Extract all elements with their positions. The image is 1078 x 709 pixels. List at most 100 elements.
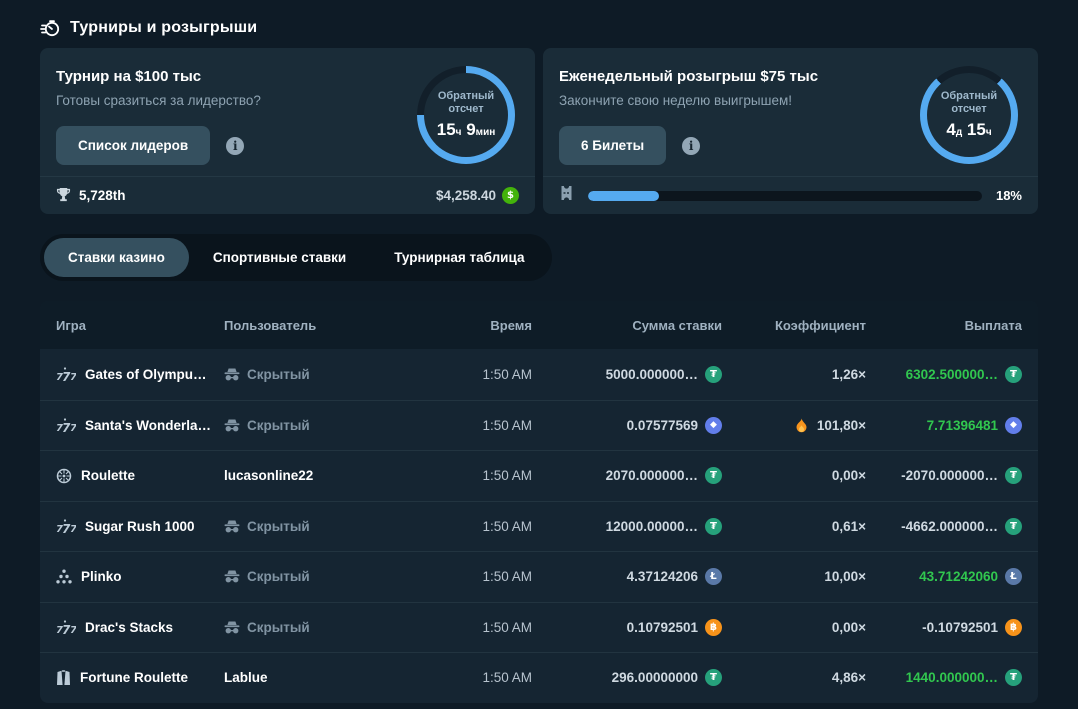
countdown-ring: Обратный отсчет 15ч 9мин (417, 66, 515, 164)
bet-time: 1:50 AM (482, 670, 532, 685)
bet-multiplier: 1,26× (832, 367, 866, 382)
countdown-label: отсчет (951, 103, 986, 117)
raffle-progress-bar (588, 191, 982, 201)
tournament-card-main: Турнир на $100 тыс Готовы сразиться за л… (40, 48, 535, 176)
tab-0[interactable]: Ставки казино (44, 238, 189, 277)
username[interactable]: lucasonline22 (224, 468, 313, 483)
leaderboard-button[interactable]: Список лидеров (56, 126, 210, 165)
incognito-icon (224, 368, 240, 381)
tab-2[interactable]: Турнирная таблица (370, 238, 548, 277)
table-row[interactable]: 777Gates of Olympu…Скрытый1:50 AM5000.00… (40, 349, 1038, 400)
table-row[interactable]: 777Sugar Rush 1000Скрытый1:50 AM12000.00… (40, 501, 1038, 552)
info-icon[interactable]: i (682, 137, 700, 155)
bets-table-header: ИграПользовательВремяСумма ставкиКоэффиц… (40, 301, 1038, 349)
ticket-icon (559, 185, 574, 206)
column-header: Игра (56, 318, 224, 333)
bet-payout: -0.10792501 (922, 620, 998, 635)
slots-game-icon: 777 (56, 519, 76, 534)
page-header: Турниры и розыгрыши (40, 12, 1038, 44)
countdown-value: 4д 15ч (946, 119, 991, 140)
bet-amount: 4.37124206 (627, 569, 698, 584)
page-title: Турниры и розыгрыши (70, 19, 257, 37)
tab-1[interactable]: Спортивные ставки (189, 238, 370, 277)
game-name: Plinko (81, 569, 122, 584)
username-hidden: Скрытый (247, 418, 310, 433)
bets-table: ИграПользовательВремяСумма ставкиКоэффиц… (40, 301, 1038, 703)
bet-payout: 43.71242060 (919, 569, 998, 584)
column-header: Коэффициент (722, 318, 866, 333)
bet-amount: 0.10792501 (627, 620, 698, 635)
promo-cards: Турнир на $100 тыс Готовы сразиться за л… (40, 48, 1038, 214)
tether-coin-icon: ₮ (1005, 669, 1022, 686)
live-game-icon (56, 670, 71, 686)
bet-amount: 12000.00000… (606, 519, 698, 534)
tournaments-page: Турниры и розыгрыши Турнир на $100 тыс Г… (0, 0, 1078, 703)
game-name: Fortune Roulette (80, 670, 188, 685)
bet-payout: 7.71396481 (927, 418, 998, 433)
ethereum-coin-icon: ◆ (1005, 417, 1022, 434)
table-row[interactable]: Roulettelucasonline221:50 AM2070.000000…… (40, 450, 1038, 501)
tether-coin-icon: ₮ (705, 366, 722, 383)
username-hidden: Скрытый (247, 367, 310, 382)
game-name: Gates of Olympu… (85, 367, 207, 382)
table-row[interactable]: 777Drac's StacksСкрытый1:50 AM0.10792501… (40, 602, 1038, 653)
ethereum-coin-icon: ◆ (705, 417, 722, 434)
countdown-label: Обратный (941, 90, 997, 104)
bet-multiplier: 10,00× (824, 569, 866, 584)
username-hidden: Скрытый (247, 569, 310, 584)
bet-time: 1:50 AM (482, 418, 532, 433)
bet-payout: 1440.000000… (906, 670, 998, 685)
countdown-label: отсчет (448, 103, 483, 117)
bet-multiplier: 0,00× (832, 620, 866, 635)
tether-coin-icon: ₮ (1005, 518, 1022, 535)
info-icon[interactable]: i (226, 137, 244, 155)
tickets-button[interactable]: 6 Билеты (559, 126, 666, 165)
raffle-title: Еженедельный розыгрыш $75 тыс (559, 68, 818, 85)
tether-coin-icon: ₮ (1005, 467, 1022, 484)
bet-multiplier: 0,00× (832, 468, 866, 483)
litecoin-coin-icon: Ł (1005, 568, 1022, 585)
plinko-game-icon (56, 569, 72, 584)
bet-time: 1:50 AM (482, 569, 532, 584)
roulette-game-icon (56, 468, 72, 484)
username-hidden: Скрытый (247, 519, 310, 534)
tournament-card-footer: 5,728th $4,258.40 $ (40, 176, 535, 214)
bet-payout: 6302.500000… (906, 367, 998, 382)
bets-table-body: 777 Gates of Olympu… Скрытый 1:50 AM 5000.00… (40, 349, 1038, 703)
tournament-title: Турнир на $100 тыс (56, 68, 261, 85)
slots-game-icon: 777 (56, 418, 76, 433)
column-header: Выплата (866, 318, 1022, 333)
tether-coin-icon: ₮ (1005, 366, 1022, 383)
bet-amount: 2070.000000… (606, 468, 698, 483)
bet-amount: 5000.000000… (606, 367, 698, 382)
bitcoin-coin-icon: ฿ (1005, 619, 1022, 636)
table-row[interactable]: Plinko Скрытый 1:50 AM 4.37124206 Ł 10,00× 43.… (40, 551, 1038, 602)
incognito-icon (224, 419, 240, 432)
svg-text:7: 7 (70, 625, 76, 635)
bet-amount: 296.00000000 (612, 670, 698, 685)
table-row[interactable]: Fortune Roulette Lablue 1:50 AM 296.0000000… (40, 652, 1038, 703)
litecoin-coin-icon: Ł (705, 568, 722, 585)
tournament-card: Турнир на $100 тыс Готовы сразиться за л… (40, 48, 535, 214)
bet-multiplier: 4,86× (832, 670, 866, 685)
stopwatch-icon (40, 18, 60, 38)
trophy-icon (56, 187, 71, 205)
svg-text:7: 7 (70, 423, 76, 433)
raffle-card-main: Еженедельный розыгрыш $75 тыс Закончите … (543, 48, 1038, 176)
slots-game-icon: 777 (56, 620, 76, 635)
bet-payout: -2070.000000… (901, 468, 998, 483)
table-row[interactable]: 777Santa's Wonderla…Скрытый1:50 AM0.0757… (40, 400, 1038, 451)
tournament-rank: 5,728th (79, 188, 126, 203)
incognito-icon (224, 570, 240, 583)
dollar-coin-icon: $ (502, 187, 519, 204)
tether-coin-icon: ₮ (705, 669, 722, 686)
bet-time: 1:50 AM (482, 468, 532, 483)
bet-payout: -4662.000000… (901, 519, 998, 534)
game-name: Sugar Rush 1000 (85, 519, 195, 534)
username[interactable]: Lablue (224, 670, 268, 685)
raffle-card: Еженедельный розыгрыш $75 тыс Закончите … (543, 48, 1038, 214)
bet-time: 1:50 AM (482, 367, 532, 382)
column-header: Пользователь (224, 318, 424, 333)
bet-multiplier: 101,80× (817, 418, 866, 433)
countdown-ring: Обратный отсчет 4д 15ч (920, 66, 1018, 164)
